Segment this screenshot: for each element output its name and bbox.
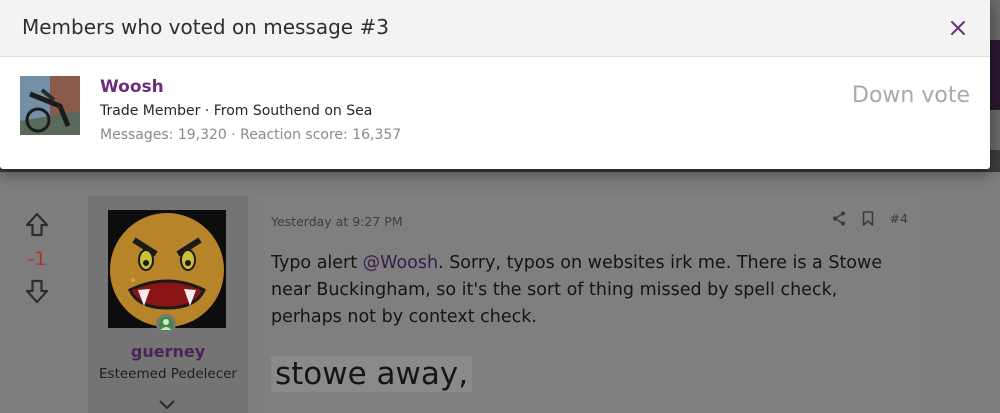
- list-item: Woosh Trade Member · From Southend on Se…: [0, 57, 990, 168]
- vote-score: -1: [27, 248, 47, 270]
- post-text-start: Typo alert: [271, 253, 363, 273]
- upvote-icon[interactable]: [24, 212, 50, 238]
- post-date[interactable]: Yesterday at 9:27 PM: [271, 214, 403, 229]
- post-tools: #4: [832, 211, 908, 226]
- user-mention[interactable]: @Woosh: [363, 253, 438, 273]
- voter-name[interactable]: Woosh: [100, 77, 164, 97]
- avatar[interactable]: [20, 76, 80, 135]
- post-body: Typo alert @Woosh. Sorry, typos on websi…: [271, 250, 901, 331]
- downvote-icon[interactable]: [24, 278, 50, 304]
- post-author-title: Esteemed Pedelecer: [99, 366, 237, 382]
- share-icon[interactable]: [832, 211, 846, 226]
- voter-stats: Messages: 19,320 · Reaction score: 16,35…: [100, 127, 402, 143]
- chevron-down-icon[interactable]: [158, 399, 176, 411]
- modal-title: Members who voted on message #3: [22, 15, 389, 39]
- header-accent: [990, 40, 1000, 110]
- close-icon[interactable]: [948, 16, 968, 40]
- avatar[interactable]: [108, 210, 226, 328]
- quoted-image-text: stowe away,: [271, 356, 473, 392]
- post-author-panel: guerney Esteemed Pedelecer: [88, 196, 248, 413]
- bookmark-icon[interactable]: [862, 211, 874, 226]
- voters-modal: Members who voted on message #3 Woosh Tr…: [0, 0, 990, 169]
- post-author-name[interactable]: guerney: [88, 342, 248, 361]
- thread-page: -1 guerney Esteemed Pedelecer Yesterday …: [0, 172, 1000, 413]
- post-number[interactable]: #4: [890, 211, 908, 226]
- voter-title: Trade Member · From Southend on Sea: [100, 103, 373, 119]
- reaction-label: Down vote: [852, 83, 970, 108]
- vote-controls: -1: [20, 212, 54, 304]
- online-status-icon: [156, 314, 176, 334]
- modal-header: Members who voted on message #3: [0, 0, 990, 57]
- post-content: Yesterday at 9:27 PM #4 Typo alert @Woos…: [257, 196, 922, 413]
